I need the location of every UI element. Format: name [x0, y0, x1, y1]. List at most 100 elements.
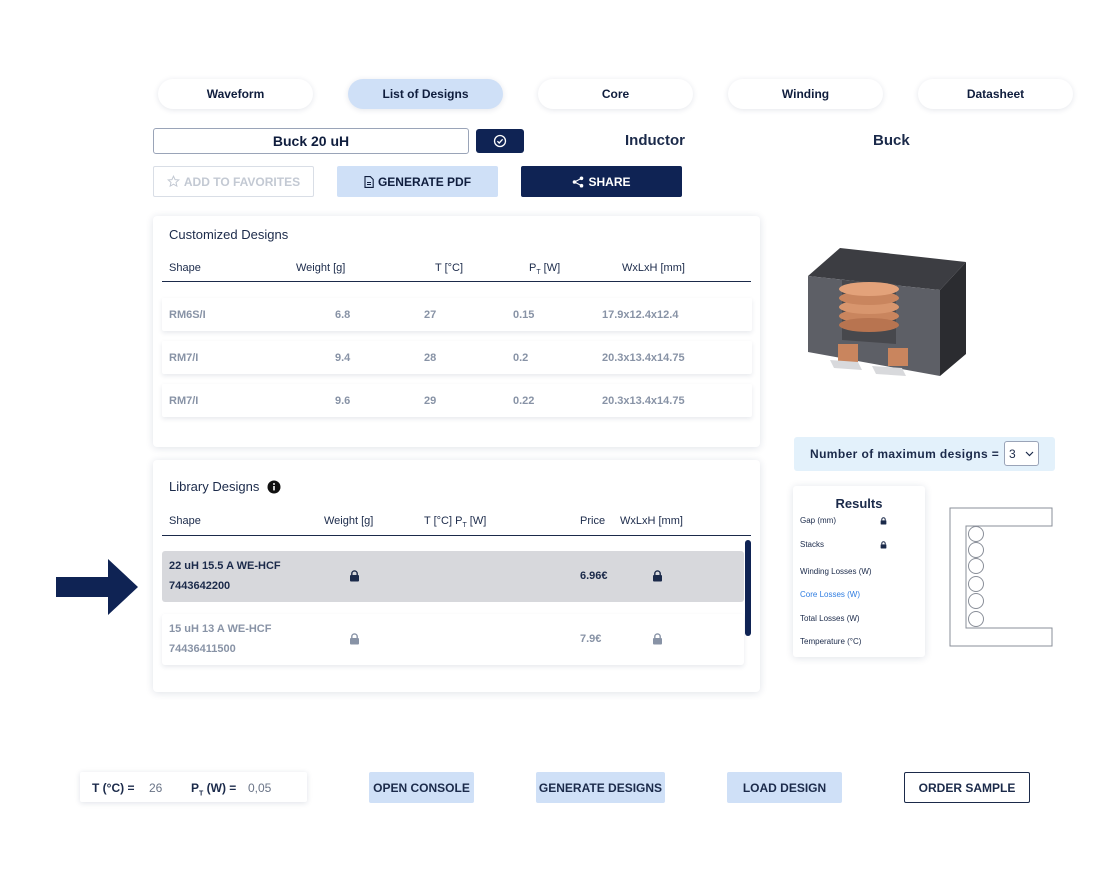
library-row-code: 7443642200 [169, 580, 231, 592]
col-weight: Weight [g] [296, 262, 346, 274]
header-divider [162, 281, 751, 282]
customized-designs-card: Customized Designs Shape Weight [g] T [°… [153, 216, 760, 447]
lock-icon [653, 570, 662, 582]
power-value[interactable]: 0,05 [248, 781, 271, 795]
lib-col-weight: Weight [g] [324, 515, 374, 527]
library-row-name: 22 uH 15.5 A WE-HCF [169, 560, 281, 572]
temperature-value[interactable]: 26 [149, 781, 162, 795]
inductor-image [808, 248, 966, 376]
lib-col-price: Price [580, 515, 606, 527]
result-winding-losses: Winding Losses (W) [800, 567, 872, 576]
cell-shape: RM7/I [169, 395, 199, 407]
col-power-unit: [W] [540, 262, 561, 274]
lock-icon [350, 570, 359, 582]
header-divider [162, 535, 751, 536]
lib-col-dims: WxLxH [mm] [620, 515, 683, 527]
tab-bar: Waveform List of Designs Core Winding Da… [158, 79, 1073, 109]
tab-datasheet[interactable]: Datasheet [918, 79, 1073, 109]
cell-weight: 6.8 [335, 309, 351, 321]
lib-col-temp-power-text: T [°C] P [424, 515, 463, 527]
cell-weight: 9.4 [335, 352, 351, 364]
tab-waveform[interactable]: Waveform [158, 79, 313, 109]
result-temperature: Temperature (°C) [800, 637, 862, 646]
cell-temp: 27 [424, 309, 437, 321]
winding-diagram [949, 507, 1053, 647]
generate-pdf-label: GENERATE PDF [377, 174, 472, 189]
table-row[interactable]: RM7/I 9.6 29 0.22 20.3x13.4x14.75 [162, 384, 752, 417]
results-panel: Results Gap (mm) Stacks Winding Losses (… [793, 486, 925, 657]
col-shape: Shape [169, 262, 201, 274]
cell-power: 0.22 [513, 395, 535, 407]
lib-col-power-unit: [W] [466, 515, 487, 527]
open-console-button[interactable]: OPEN CONSOLE [369, 772, 474, 803]
library-row[interactable]: 15 uH 13 A WE-HCF 74436411500 7.9€ [162, 614, 744, 665]
result-total-losses: Total Losses (W) [800, 614, 860, 623]
component-type-label: Inductor [625, 132, 685, 149]
lib-col-shape: Shape [169, 515, 201, 527]
cell-shape: RM6S/I [169, 309, 206, 321]
chevron-down-icon [1025, 451, 1034, 457]
result-stacks: Stacks [800, 540, 825, 549]
power-label-p: P [191, 781, 200, 795]
max-designs-value: 3 [1009, 447, 1016, 461]
lib-col-temp-power: T [°C] PT [W] [424, 515, 486, 529]
pointer-arrow-icon [56, 559, 138, 615]
library-designs-card: Library Designs Shape Weight [g] T [°C] … [153, 460, 760, 692]
confirm-name-button[interactable] [476, 129, 524, 153]
lock-icon [880, 541, 887, 549]
customized-designs-title: Customized Designs [169, 227, 289, 242]
share-icon [573, 176, 584, 187]
pdf-file-icon [364, 175, 374, 188]
col-power: PT [W] [529, 262, 560, 276]
info-icon[interactable] [267, 480, 281, 494]
power-label-unit: (W) = [203, 781, 237, 795]
lock-icon [350, 633, 359, 645]
col-dims: WxLxH [mm] [622, 262, 685, 274]
generate-designs-button[interactable]: GENERATE DESIGNS [536, 772, 665, 803]
max-designs-select[interactable]: 3 [1004, 441, 1039, 466]
result-gap: Gap (mm) [800, 516, 836, 525]
design-name-input[interactable]: Buck 20 uH [153, 128, 469, 154]
cell-dims: 17.9x12.4x12.4 [602, 309, 679, 321]
cell-power: 0.2 [513, 352, 529, 364]
results-title: Results [835, 496, 883, 511]
tab-list-of-designs[interactable]: List of Designs [348, 79, 503, 109]
max-designs-box: Number of maximum designs = 3 [794, 437, 1055, 471]
library-row-code: 74436411500 [169, 643, 236, 655]
check-circle-icon [493, 134, 507, 148]
lock-icon [653, 633, 662, 645]
generate-pdf-button[interactable]: GENERATE PDF [337, 166, 498, 197]
table-row[interactable]: RM7/I 9.4 28 0.2 20.3x13.4x14.75 [162, 341, 752, 374]
cell-temp: 29 [424, 395, 437, 407]
cell-power: 0.15 [513, 309, 535, 321]
share-button[interactable]: SHARE [521, 166, 682, 197]
lock-icon [880, 517, 887, 525]
library-designs-title-text: Library Designs [169, 479, 260, 494]
max-designs-label: Number of maximum designs = [810, 447, 1000, 461]
cell-dims: 20.3x13.4x14.75 [602, 352, 685, 364]
col-temp: T [°C] [435, 262, 464, 274]
power-label: PT (W) = [191, 781, 236, 797]
library-row-name: 15 uH 13 A WE-HCF [169, 623, 272, 635]
operating-point-bar: T (°C) = 26 PT (W) = 0,05 [80, 772, 307, 802]
add-to-favorites-label: ADD TO FAVORITES [183, 174, 301, 189]
library-row-price: 7.9€ [580, 633, 602, 645]
library-row-selected[interactable]: 22 uH 15.5 A WE-HCF 7443642200 6.96€ [162, 551, 744, 602]
result-core-losses: Core Losses (W) [800, 590, 861, 599]
topology-label: Buck [873, 132, 910, 149]
temperature-label: T (°C) = [92, 781, 135, 795]
cell-temp: 28 [424, 352, 437, 364]
cell-weight: 9.6 [335, 395, 351, 407]
share-label: SHARE [588, 174, 631, 189]
cell-shape: RM7/I [169, 352, 199, 364]
library-designs-title: Library Designs [169, 479, 281, 494]
cell-dims: 20.3x13.4x14.75 [602, 395, 685, 407]
order-sample-button[interactable]: ORDER SAMPLE [904, 772, 1030, 803]
tab-core[interactable]: Core [538, 79, 693, 109]
table-row[interactable]: RM6S/I 6.8 27 0.15 17.9x12.4x12.4 [162, 298, 752, 331]
tab-winding[interactable]: Winding [728, 79, 883, 109]
library-row-price: 6.96€ [580, 570, 608, 582]
add-to-favorites-button[interactable]: ADD TO FAVORITES [153, 166, 314, 197]
library-scrollbar[interactable] [745, 540, 751, 636]
load-design-button[interactable]: LOAD DESIGN [727, 772, 842, 803]
